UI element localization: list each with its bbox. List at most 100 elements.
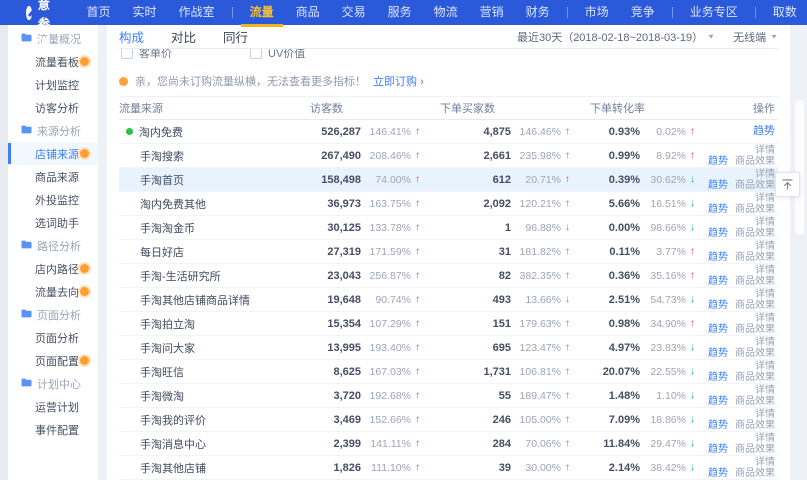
item-effect-link[interactable]: 商品效果 [735,228,775,239]
date-range-filter[interactable]: 最近30天（2018-02-18~2018-03-19） ▼ [517,29,715,45]
trend-link[interactable]: 趋势 [708,396,728,407]
app-logo[interactable]: 生意参谋 [0,0,76,51]
sidebar-item-页面分析[interactable]: 页面分析 [8,326,98,349]
detail-link[interactable]: 详情 [755,313,775,324]
nav-item-竞争[interactable]: 竞争 [620,0,666,25]
page-scrollbar-thumb[interactable] [795,100,804,235]
back-to-top-button[interactable] [775,172,800,197]
terminal-filter[interactable]: 无线端 ▼ [733,29,778,45]
ops-second-line: 趋势商品效果 [708,252,775,263]
item-effect-link[interactable]: 商品效果 [735,300,775,311]
detail-link[interactable]: 详情 [755,433,775,444]
detail-link[interactable]: 详情 [755,169,775,180]
sidebar-item-运营计划[interactable]: 运营计划 [8,395,98,418]
sidebar-group-来源分析[interactable]: 来源分析 [8,119,98,142]
detail-link[interactable]: 详情 [755,241,775,252]
sidebar-item-流量去向[interactable]: 流量去向 [8,280,98,303]
trend-link[interactable]: 趋势 [708,252,728,263]
trend-link[interactable]: 趋势 [708,204,728,215]
nav-item-商品[interactable]: 商品 [285,0,331,25]
trend-link[interactable]: 趋势 [708,420,728,431]
sidebar-item-外投监控[interactable]: 外投监控 [8,188,98,211]
metric-checkbox-UV价值[interactable]: UV价值 [250,49,305,61]
item-effect-link[interactable]: 商品效果 [735,276,775,287]
arrow-up-icon: ↑ [411,294,424,305]
sidebar-item-事件配置[interactable]: 事件配置 [8,418,98,441]
main-panel: 构成 对比 同行 最近30天（2018-02-18~2018-03-19） ▼ 无线… [107,25,790,480]
nav-item-首页[interactable]: 首页 [76,0,122,25]
item-effect-link[interactable]: 商品效果 [735,396,775,407]
conversion-cell-value: 1.48% [574,390,640,402]
trend-link[interactable]: 趋势 [708,324,728,335]
buyers-cell: 28470.06%↑ [424,438,574,450]
nav-item-取数[interactable]: 取数 [762,0,807,25]
nav-item-实时[interactable]: 实时 [122,0,168,25]
trend-link[interactable]: 趋势 [708,300,728,311]
item-effect-link[interactable]: 商品效果 [735,444,775,455]
metric-checkbox-客单价[interactable]: 客单价 [121,49,172,61]
metric-checkbox-row: 客单价 UV价值 [119,49,778,64]
detail-link[interactable]: 详情 [755,337,775,348]
detail-link[interactable]: 详情 [755,145,775,156]
conversion-cell-change: 1.10% [640,390,686,402]
sidebar-item-店铺来源[interactable]: 店铺来源 [8,142,98,165]
nav-item-营销[interactable]: 营销 [469,0,515,25]
item-effect-link[interactable]: 商品效果 [735,348,775,359]
tab-同行[interactable]: 同行 [223,27,248,46]
detail-link[interactable]: 详情 [755,265,775,276]
visitors-cell-value: 3,720 [294,390,361,402]
tab-构成[interactable]: 构成 [119,27,144,46]
detail-link[interactable]: 详情 [755,409,775,420]
nav-item-财务[interactable]: 财务 [515,0,561,25]
trend-link[interactable]: 趋势 [708,444,728,455]
trend-link[interactable]: 趋势 [708,276,728,287]
item-effect-link[interactable]: 商品效果 [735,252,775,263]
trend-link[interactable]: 趋势 [708,348,728,359]
subscribe-link[interactable]: 立即订购 › [373,73,424,89]
detail-link[interactable]: 详情 [755,385,775,396]
nav-item-市场[interactable]: 市场 [574,0,620,25]
sidebar-item-流量看板[interactable]: 流量看板 [8,50,98,73]
trend-link[interactable]: 趋势 [708,468,728,479]
nav-item-物流[interactable]: 物流 [423,0,469,25]
trend-link[interactable]: 趋势 [708,156,728,167]
sidebar-group-页面分析[interactable]: 页面分析 [8,303,98,326]
sidebar-group-计划中心[interactable]: 计划中心 [8,372,98,395]
chevron-down-icon: ▼ [770,33,778,40]
nav-item-业务专区[interactable]: 业务专区 [679,0,749,25]
item-effect-link[interactable]: 商品效果 [735,180,775,191]
detail-link[interactable]: 详情 [755,193,775,204]
visitors-cell: 19,64890.74%↑ [294,294,424,306]
trend-link[interactable]: 趋势 [708,372,728,383]
trend-link[interactable]: 趋势 [708,228,728,239]
table-row: 淘内免费其他36,973163.75%↑2,092120.21%↑5.66%16… [119,192,778,216]
sidebar-group-路径分析[interactable]: 路径分析 [8,234,98,257]
sidebar-item-店内路径[interactable]: 店内路径 [8,257,98,280]
nav-item-交易[interactable]: 交易 [331,0,377,25]
trend-link[interactable]: 趋势 [753,126,775,137]
nav-item-流量[interactable]: 流量 [239,0,285,25]
item-effect-link[interactable]: 商品效果 [735,204,775,215]
trend-link[interactable]: 趋势 [708,180,728,191]
sidebar-item-商品来源[interactable]: 商品来源 [8,165,98,188]
sidebar-item-页面配置[interactable]: 页面配置 [8,349,98,372]
detail-link[interactable]: 详情 [755,361,775,372]
detail-link[interactable]: 详情 [755,289,775,300]
nav-item-服务[interactable]: 服务 [377,0,423,25]
visitors-cell-change: 107.29% [361,318,411,330]
sidebar-item-访客分析[interactable]: 访客分析 [8,96,98,119]
item-effect-link[interactable]: 商品效果 [735,372,775,383]
arrow-down-icon: ↓ [686,294,699,305]
detail-link[interactable]: 详情 [755,217,775,228]
buyers-cell-value: 493 [424,294,511,306]
item-effect-link[interactable]: 商品效果 [735,468,775,479]
item-effect-link[interactable]: 商品效果 [735,324,775,335]
sidebar-item-计划监控[interactable]: 计划监控 [8,73,98,96]
tab-对比[interactable]: 对比 [171,27,196,46]
detail-link[interactable]: 详情 [755,457,775,468]
nav-item-作战室[interactable]: 作战室 [168,0,226,25]
conversion-cell: 11.84%29.47%↓ [574,438,699,450]
item-effect-link[interactable]: 商品效果 [735,156,775,167]
item-effect-link[interactable]: 商品效果 [735,420,775,431]
sidebar-item-选词助手[interactable]: 选词助手 [8,211,98,234]
